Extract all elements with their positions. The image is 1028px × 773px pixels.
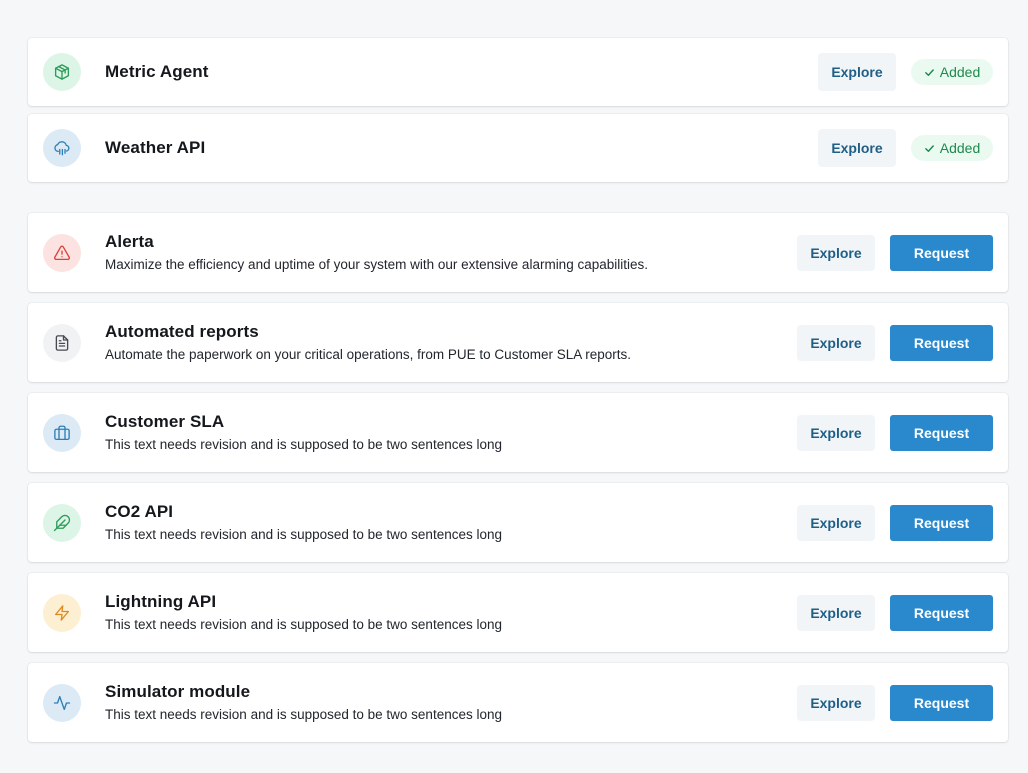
integration-text: Metric Agent xyxy=(105,62,708,82)
integration-title: Alerta xyxy=(105,231,154,251)
feather-icon xyxy=(43,503,81,542)
explore-button[interactable]: Explore xyxy=(797,504,875,541)
cloud-rain-icon xyxy=(43,129,81,167)
integration-title: CO2 API xyxy=(105,501,174,521)
integration-title: Metric Agent xyxy=(105,62,209,81)
integration-card-customer-sla: Customer SLA This text needs revision an… xyxy=(28,393,1008,472)
added-badge: Added xyxy=(911,135,993,161)
group-separator xyxy=(28,190,1008,213)
integration-actions: Explore Request xyxy=(797,684,993,721)
integration-description: This text needs revision and is supposed… xyxy=(105,706,502,722)
cube-icon xyxy=(43,53,81,91)
integration-title: Weather API xyxy=(105,138,206,157)
integration-card-weather-api: Weather API Explore Added xyxy=(28,114,1008,182)
explore-button[interactable]: Explore xyxy=(797,324,875,361)
document-icon xyxy=(43,323,81,362)
integration-actions: Explore Request xyxy=(797,324,993,361)
integration-actions: Explore Added xyxy=(818,129,993,167)
integration-text: CO2 API This text needs revision and is … xyxy=(105,502,708,544)
request-button[interactable]: Request xyxy=(890,684,993,721)
integration-actions: Explore Request xyxy=(797,594,993,631)
integrations-list: Metric Agent Explore Added Weather API E… xyxy=(28,38,1008,753)
integration-card-automated-reports: Automated reports Automate the paperwork… xyxy=(28,303,1008,382)
explore-button[interactable]: Explore xyxy=(818,129,896,167)
integration-title: Simulator module xyxy=(105,681,251,701)
integration-text: Alerta Maximize the efficiency and uptim… xyxy=(105,232,708,274)
integration-actions: Explore Request xyxy=(797,414,993,451)
integration-title: Customer SLA xyxy=(105,411,225,431)
integration-description: Maximize the efficiency and uptime of yo… xyxy=(105,256,648,272)
integration-text: Automated reports Automate the paperwork… xyxy=(105,322,708,364)
integration-description: This text needs revision and is supposed… xyxy=(105,436,502,452)
added-badge-label: Added xyxy=(939,140,981,156)
explore-button[interactable]: Explore xyxy=(797,234,875,271)
integration-description: This text needs revision and is supposed… xyxy=(105,526,502,542)
request-button[interactable]: Request xyxy=(890,414,993,451)
integration-card-co2-api: CO2 API This text needs revision and is … xyxy=(28,483,1008,562)
request-button[interactable]: Request xyxy=(890,234,993,271)
warning-icon xyxy=(43,233,81,272)
check-icon xyxy=(924,144,934,152)
explore-button[interactable]: Explore xyxy=(797,414,875,451)
added-badge: Added xyxy=(911,59,993,85)
request-button[interactable]: Request xyxy=(890,324,993,361)
integration-text: Customer SLA This text needs revision an… xyxy=(105,412,708,454)
lightning-icon xyxy=(43,593,81,632)
integration-description: Automate the paperwork on your critical … xyxy=(105,346,631,362)
integration-actions: Explore Added xyxy=(818,53,993,91)
integration-card-lightning-api: Lightning API This text needs revision a… xyxy=(28,573,1008,652)
integration-actions: Explore Request xyxy=(797,234,993,271)
explore-button[interactable]: Explore xyxy=(818,53,896,91)
integration-text: Lightning API This text needs revision a… xyxy=(105,592,708,634)
integration-card-simulator-module: Simulator module This text needs revisio… xyxy=(28,663,1008,742)
activity-icon xyxy=(43,683,81,722)
request-button[interactable]: Request xyxy=(890,504,993,541)
integration-text: Weather API xyxy=(105,138,708,158)
briefcase-icon xyxy=(43,413,81,452)
explore-button[interactable]: Explore xyxy=(797,594,875,631)
integration-title: Lightning API xyxy=(105,591,217,611)
integration-description: This text needs revision and is supposed… xyxy=(105,616,502,632)
request-button[interactable]: Request xyxy=(890,594,993,631)
integration-title: Automated reports xyxy=(105,321,259,341)
explore-button[interactable]: Explore xyxy=(797,684,875,721)
added-badge-label: Added xyxy=(939,64,981,80)
integration-card-metric-agent: Metric Agent Explore Added xyxy=(28,38,1008,106)
integration-card-alerta: Alerta Maximize the efficiency and uptim… xyxy=(28,213,1008,292)
check-icon xyxy=(924,68,934,76)
integration-actions: Explore Request xyxy=(797,504,993,541)
integration-text: Simulator module This text needs revisio… xyxy=(105,682,708,724)
